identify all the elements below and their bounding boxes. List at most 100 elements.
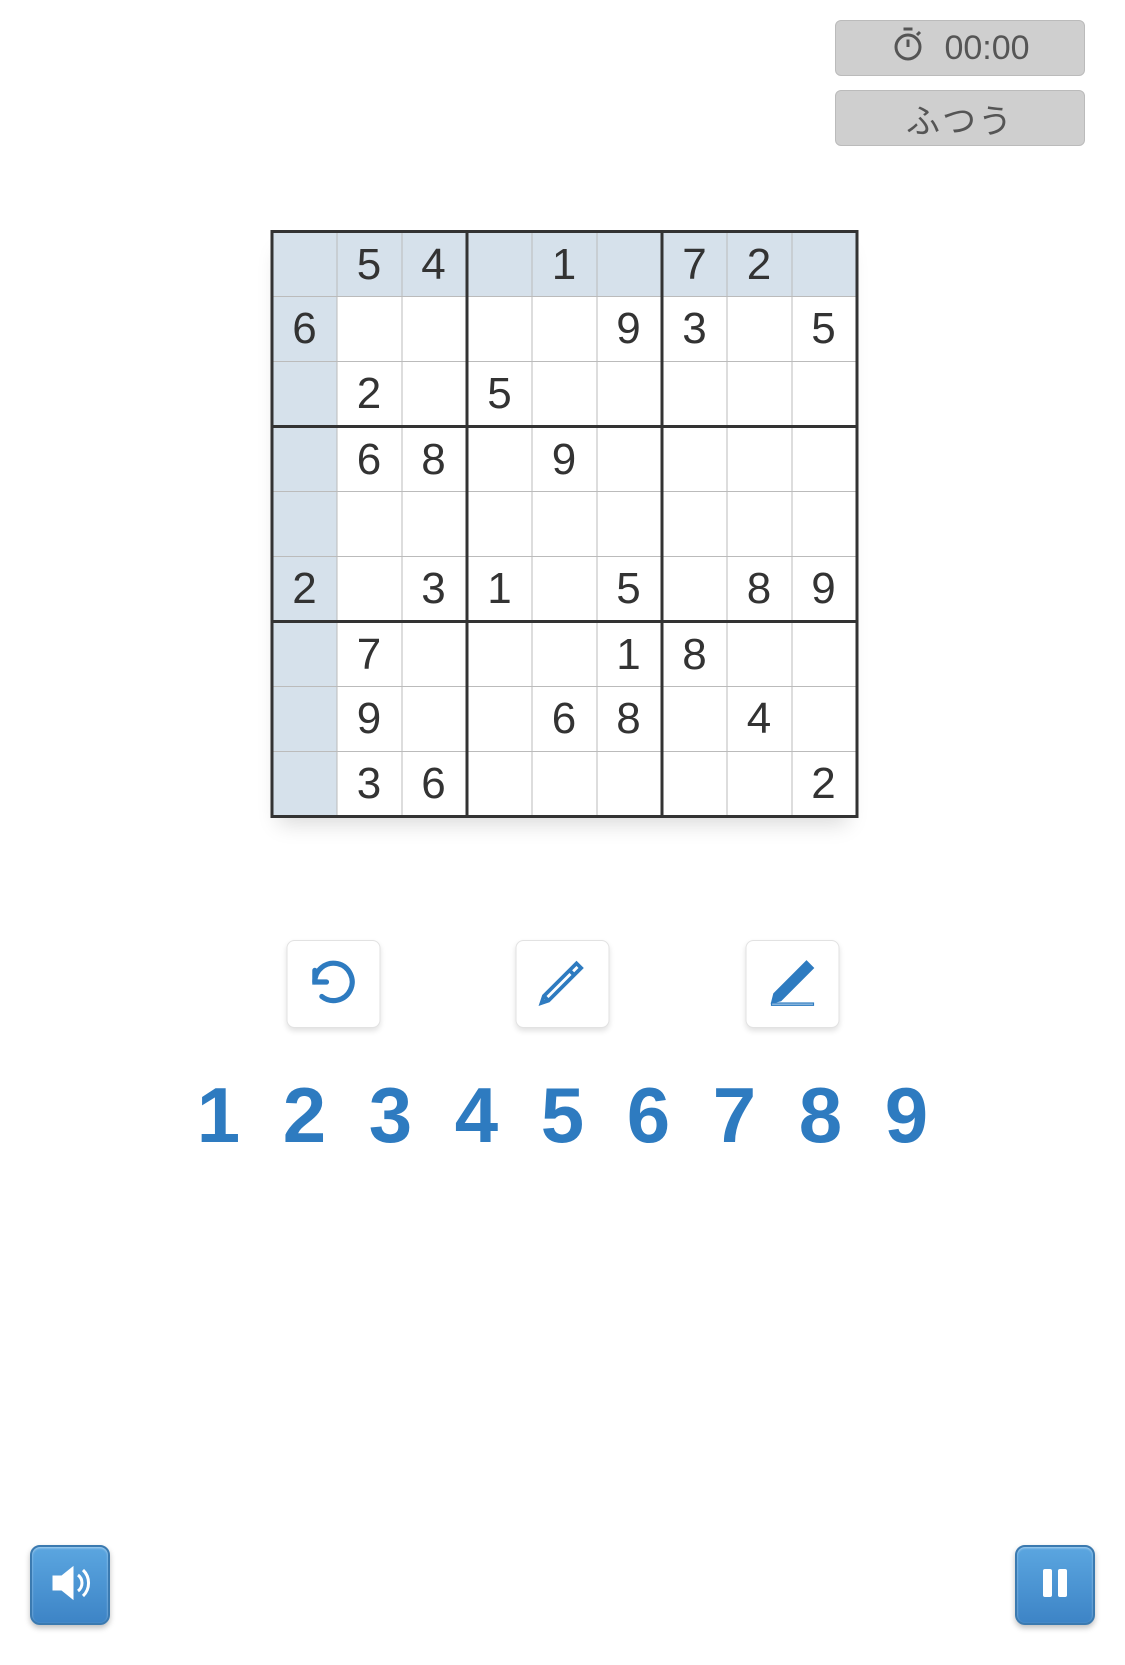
cell-4-0[interactable] [272,492,337,557]
cell-0-3[interactable] [467,232,532,297]
cell-6-3[interactable] [467,622,532,687]
cell-8-4[interactable] [532,752,597,817]
cell-2-2[interactable] [402,362,467,427]
cell-8-7[interactable] [727,752,792,817]
cell-0-0[interactable] [272,232,337,297]
numpad-6[interactable]: 6 [620,1070,678,1161]
cell-7-8[interactable] [792,687,857,752]
cell-5-1[interactable] [337,557,402,622]
pencil-write-icon [764,954,820,1015]
cell-2-4[interactable] [532,362,597,427]
cell-5-4[interactable] [532,557,597,622]
cell-4-3[interactable] [467,492,532,557]
cell-4-2[interactable] [402,492,467,557]
cell-5-8[interactable]: 9 [792,557,857,622]
numpad-8[interactable]: 8 [792,1070,850,1161]
cell-0-7[interactable]: 2 [727,232,792,297]
cell-6-5[interactable]: 1 [597,622,662,687]
write-button[interactable] [745,940,839,1028]
cell-7-7[interactable]: 4 [727,687,792,752]
cell-6-0[interactable] [272,622,337,687]
cell-2-8[interactable] [792,362,857,427]
cell-4-8[interactable] [792,492,857,557]
cell-3-1[interactable]: 6 [337,427,402,492]
cell-8-6[interactable] [662,752,727,817]
cell-5-6[interactable] [662,557,727,622]
cell-1-7[interactable] [727,297,792,362]
cell-4-4[interactable] [532,492,597,557]
cell-3-0[interactable] [272,427,337,492]
cell-5-7[interactable]: 8 [727,557,792,622]
cell-0-1[interactable]: 5 [337,232,402,297]
cell-2-3[interactable]: 5 [467,362,532,427]
pause-button[interactable] [1015,1545,1095,1625]
cell-0-4[interactable]: 1 [532,232,597,297]
cell-1-6[interactable]: 3 [662,297,727,362]
numpad-7[interactable]: 7 [706,1070,764,1161]
cell-0-6[interactable]: 7 [662,232,727,297]
cell-2-1[interactable]: 2 [337,362,402,427]
cell-7-1[interactable]: 9 [337,687,402,752]
cell-4-7[interactable] [727,492,792,557]
cell-5-2[interactable]: 3 [402,557,467,622]
notes-button[interactable] [516,940,610,1028]
cell-8-2[interactable]: 6 [402,752,467,817]
cell-3-7[interactable] [727,427,792,492]
cell-6-7[interactable] [727,622,792,687]
timer-button[interactable]: 00:00 [835,20,1085,76]
cell-7-4[interactable]: 6 [532,687,597,752]
cell-1-3[interactable] [467,297,532,362]
difficulty-button[interactable]: ふつう [835,90,1085,146]
cell-7-0[interactable] [272,687,337,752]
numpad-2[interactable]: 2 [276,1070,334,1161]
cell-1-0[interactable]: 6 [272,297,337,362]
cell-3-2[interactable]: 8 [402,427,467,492]
cell-3-5[interactable] [597,427,662,492]
cell-0-8[interactable] [792,232,857,297]
cell-1-1[interactable] [337,297,402,362]
pencil-notes-icon [535,954,591,1015]
cell-6-6[interactable]: 8 [662,622,727,687]
cell-8-3[interactable] [467,752,532,817]
cell-3-4[interactable]: 9 [532,427,597,492]
cell-6-8[interactable] [792,622,857,687]
cell-1-5[interactable]: 9 [597,297,662,362]
cell-1-2[interactable] [402,297,467,362]
cell-8-5[interactable] [597,752,662,817]
cell-3-3[interactable] [467,427,532,492]
sound-icon [46,1559,94,1612]
cell-5-3[interactable]: 1 [467,557,532,622]
cell-2-5[interactable] [597,362,662,427]
cell-4-6[interactable] [662,492,727,557]
cell-1-8[interactable]: 5 [792,297,857,362]
undo-button[interactable] [286,940,380,1028]
cell-4-1[interactable] [337,492,402,557]
cell-2-0[interactable] [272,362,337,427]
numpad-3[interactable]: 3 [362,1070,420,1161]
numpad-1[interactable]: 1 [190,1070,248,1161]
cell-3-8[interactable] [792,427,857,492]
cell-7-6[interactable] [662,687,727,752]
cell-4-5[interactable] [597,492,662,557]
cell-7-3[interactable] [467,687,532,752]
cell-0-5[interactable] [597,232,662,297]
numpad-9[interactable]: 9 [878,1070,936,1161]
cell-7-5[interactable]: 8 [597,687,662,752]
cell-2-7[interactable] [727,362,792,427]
cell-0-2[interactable]: 4 [402,232,467,297]
cell-6-4[interactable] [532,622,597,687]
numpad-5[interactable]: 5 [534,1070,592,1161]
cell-2-6[interactable] [662,362,727,427]
cell-8-0[interactable] [272,752,337,817]
cell-8-1[interactable]: 3 [337,752,402,817]
cell-5-5[interactable]: 5 [597,557,662,622]
cell-7-2[interactable] [402,687,467,752]
cell-1-4[interactable] [532,297,597,362]
sound-button[interactable] [30,1545,110,1625]
cell-3-6[interactable] [662,427,727,492]
numpad-4[interactable]: 4 [448,1070,506,1161]
cell-6-1[interactable]: 7 [337,622,402,687]
cell-5-0[interactable]: 2 [272,557,337,622]
cell-6-2[interactable] [402,622,467,687]
cell-8-8[interactable]: 2 [792,752,857,817]
